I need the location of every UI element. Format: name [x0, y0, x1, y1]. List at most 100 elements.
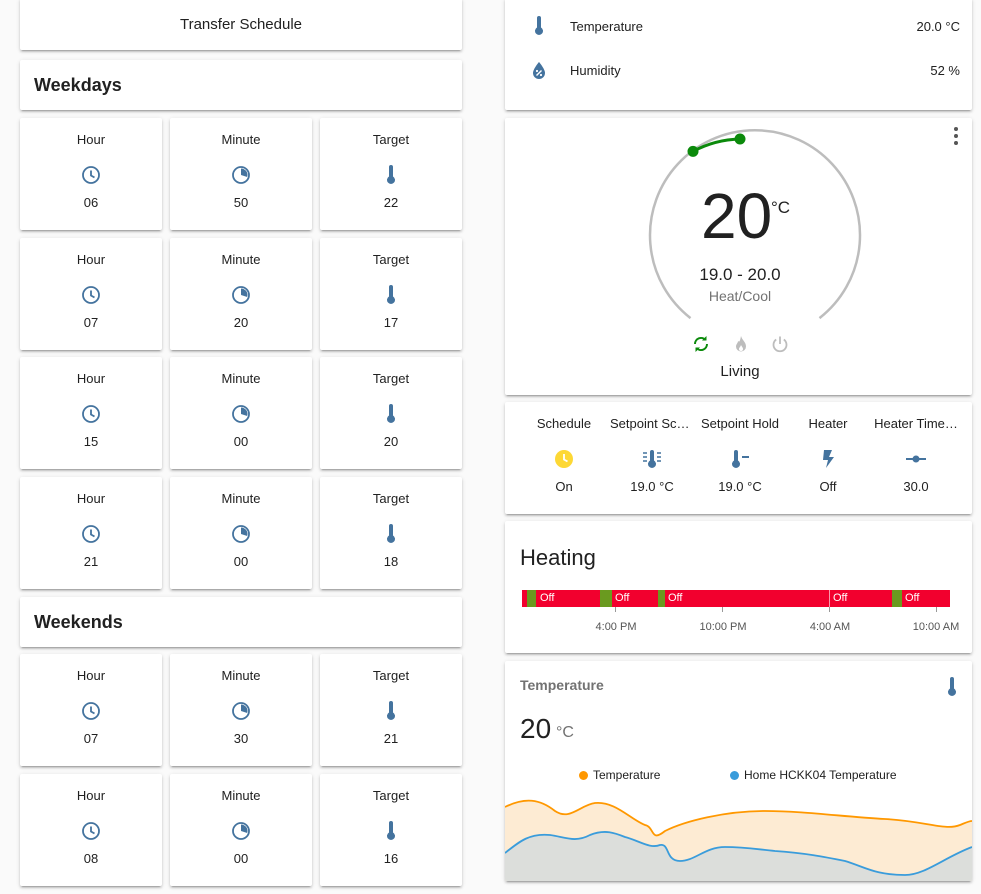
legend-item-home-hckk04-temperature[interactable]: Home HCKK04 Temperature: [730, 768, 897, 782]
heating-history-card[interactable]: Heating Off Off Off Off Off 4:00 PM 10:0…: [505, 521, 972, 653]
legend-item-temperature[interactable]: Temperature: [579, 768, 660, 782]
tile-name: Minute: [221, 668, 261, 683]
schedule-tile-target[interactable]: Target 22: [320, 118, 462, 230]
glance-item-value: 19.0 °C: [630, 479, 674, 494]
sensor-row-humidity[interactable]: Humidity 52 %: [505, 50, 972, 90]
glance-item-name: Setpoint Hold: [700, 416, 780, 431]
schedule-tile-hour[interactable]: Hour 08: [20, 773, 162, 886]
tile-value: 00: [233, 850, 249, 866]
tile-name: Hour: [76, 251, 106, 267]
tile-name: Target: [372, 132, 410, 147]
transfer-schedule-button[interactable]: Transfer Schedule: [20, 0, 462, 50]
current-temperature: 20: [701, 180, 773, 252]
tile-value: 22: [383, 195, 399, 210]
thermometer-icon: [385, 163, 397, 187]
glance-item-heater-time[interactable]: Heater Time… 30.0: [872, 402, 960, 494]
glance-item-value: On: [555, 479, 573, 494]
thermometer-lines-icon: [642, 447, 662, 471]
thermometer-icon: [385, 522, 397, 546]
weekends-header: Weekends: [20, 597, 462, 647]
clock-icon: [81, 819, 101, 843]
tile-value: 20: [233, 314, 249, 330]
temperature-sparkline: [505, 799, 972, 881]
high-setpoint-handle: [734, 133, 746, 145]
legend-label: Home HCKK04 Temperature: [744, 768, 897, 782]
glance-item-value: 30.0: [903, 479, 929, 494]
schedule-tile-hour[interactable]: Hour 06: [20, 118, 162, 230]
schedule-tile-hour[interactable]: Hour 21: [20, 476, 162, 589]
schedule-tile-minute[interactable]: Minute 50: [170, 118, 312, 230]
on-segment: [658, 590, 665, 607]
tile-value: 06: [83, 195, 99, 210]
schedule-tile-minute[interactable]: Minute 30: [170, 654, 312, 766]
schedule-tile-target[interactable]: Target 18: [320, 476, 462, 589]
temperature-unit: °C: [771, 198, 791, 217]
thermometer-icon: [946, 677, 958, 702]
thermometer-icon: [385, 819, 397, 843]
heat-cool-icon[interactable]: [692, 335, 710, 358]
water-percent-icon: [527, 61, 551, 79]
timeline-tick: 10:00 AM: [912, 621, 960, 633]
thermometer-icon: [385, 402, 397, 426]
tile-name: Hour: [76, 668, 106, 683]
schedule-tile-minute[interactable]: Minute 00: [170, 773, 312, 886]
tile-name: Hour: [76, 132, 106, 147]
thermometer-icon: [527, 16, 551, 36]
on-segment: [527, 590, 536, 607]
glance-item-name: Setpoint Sch…: [610, 416, 694, 431]
clock-icon: [81, 522, 101, 546]
tile-name: Target: [372, 668, 410, 683]
glance-item-schedule[interactable]: Schedule On: [520, 402, 608, 494]
schedule-tile-hour[interactable]: Hour 15: [20, 357, 162, 469]
weekends-title: Weekends: [34, 611, 123, 632]
glance-item-setpoint-hold[interactable]: Setpoint Hold 19.0 °C: [696, 402, 784, 494]
schedule-tile-minute[interactable]: Minute 00: [170, 357, 312, 469]
tile-name: Minute: [221, 251, 261, 267]
tile-name: Hour: [76, 490, 106, 506]
tile-value: 15: [83, 434, 99, 449]
glance-item-name: Heater Time…: [874, 416, 958, 431]
schedule-tile-target[interactable]: Target 21: [320, 654, 462, 766]
clock-icon: [81, 402, 101, 426]
tile-value: 16: [383, 850, 399, 866]
schedule-tile-minute[interactable]: Minute 20: [170, 237, 312, 350]
transfer-schedule-label: Transfer Schedule: [179, 15, 302, 33]
tile-value: 20: [383, 434, 399, 449]
thermometer-minus-icon: [730, 447, 750, 471]
sensor-row-temperature[interactable]: Temperature 20.0 °C: [505, 6, 972, 46]
timeline-tick: 4:00 AM: [809, 621, 851, 633]
schedule-tile-minute[interactable]: Minute 00: [170, 476, 312, 589]
schedule-tile-hour[interactable]: Hour 07: [20, 654, 162, 766]
segment-label: Off: [833, 592, 848, 604]
tile-name: Target: [372, 787, 410, 803]
tile-name: Minute: [221, 132, 261, 147]
clock-minute-icon: [231, 522, 251, 546]
tile-name: Hour: [76, 371, 106, 386]
schedule-tile-target[interactable]: Target 20: [320, 357, 462, 469]
sensor-name: Humidity: [570, 62, 621, 78]
setpoint-range: 19.0 - 20.0: [699, 265, 781, 284]
temperature-card-value: 20: [520, 713, 552, 744]
segment-label: Off: [905, 592, 920, 604]
glance-item-heater[interactable]: Heater Off: [784, 402, 872, 494]
glance-item-setpoint-schedule[interactable]: Setpoint Sch… 19.0 °C: [608, 402, 696, 494]
sensors-card: Temperature 20.0 °C Humidity 52 %: [505, 0, 972, 110]
flame-icon[interactable]: [733, 335, 749, 358]
glance-item-value: Off: [819, 479, 837, 494]
tile-value: 21: [83, 553, 99, 569]
schedule-tile-target[interactable]: Target 16: [320, 773, 462, 886]
clock-minute-icon: [231, 699, 251, 723]
thermometer-icon: [385, 283, 397, 307]
on-segment: [600, 590, 612, 607]
power-icon[interactable]: [771, 335, 789, 358]
schedule-tile-hour[interactable]: Hour 07: [20, 237, 162, 350]
clock-minute-icon: [231, 283, 251, 307]
thermostat-card: 20 °C 19.0 - 20.0 Heat/Cool Living: [505, 118, 972, 395]
segment-divider: [829, 590, 830, 607]
on-segment: [892, 590, 902, 607]
temperature-graph-card[interactable]: Temperature 20 °C Temperature Home HCKK0…: [505, 661, 972, 881]
tile-value: 08: [83, 850, 99, 866]
clock-minute-icon: [231, 163, 251, 187]
tile-value: 00: [233, 553, 249, 569]
schedule-tile-target[interactable]: Target 17: [320, 237, 462, 350]
